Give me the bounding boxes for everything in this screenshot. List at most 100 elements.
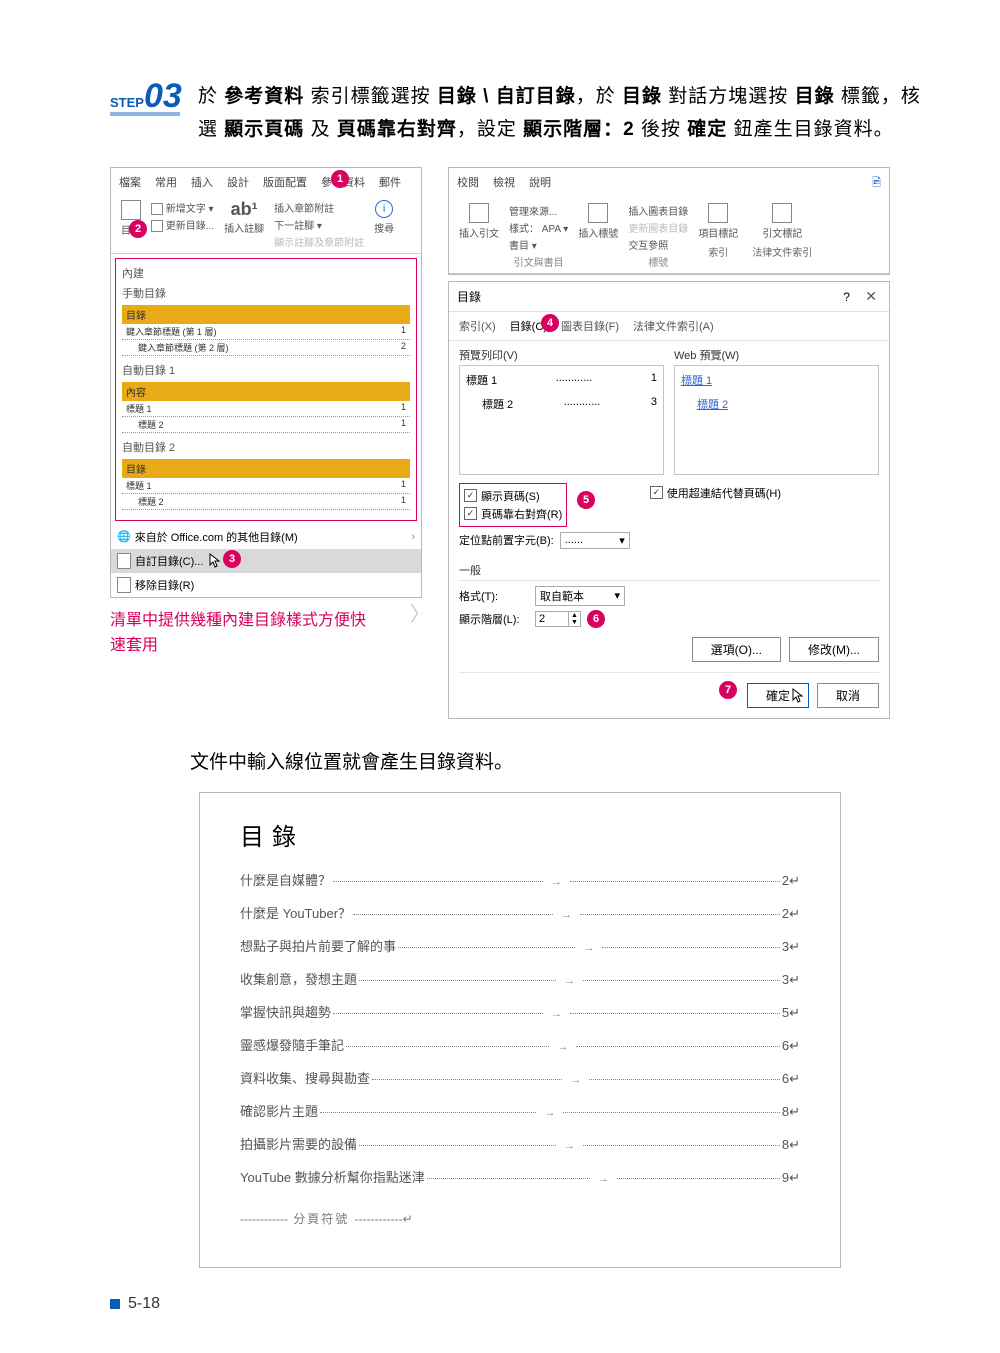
right-align-checkbox[interactable]: ✓: [464, 507, 477, 520]
page-footer: 5-18: [110, 1295, 160, 1313]
toc-line: 資料收集、搜尋與勘查→6↵: [240, 1068, 800, 1087]
update-toc-button[interactable]: 更新目錄...: [151, 217, 214, 232]
levels-input[interactable]: [536, 612, 568, 626]
modify-button[interactable]: 修改(M)...: [789, 637, 879, 662]
manage-sources-button[interactable]: 管理來源...: [509, 203, 557, 218]
gallery-manual-card[interactable]: 手動目錄 目錄 鍵入章節標題 (第 1 層)1 鍵入章節標題 (第 2 層)2: [122, 285, 410, 356]
levels-spinner[interactable]: ▲▼: [535, 611, 581, 627]
tab-file[interactable]: 檔案: [117, 172, 143, 192]
toc-entry-page: 2↵: [782, 873, 800, 889]
web-preview-label: Web 預覽(W): [674, 347, 879, 363]
style-select[interactable]: 樣式： APA ▾: [509, 220, 568, 235]
gallery-auto1-card[interactable]: 自動目錄 1 內容 標題 11 標題 21: [122, 362, 410, 433]
mark-index-button[interactable]: 項目標記: [698, 225, 738, 240]
step-number: 03: [144, 80, 182, 112]
citations-group-label: 引文與書目: [514, 254, 564, 269]
toc-entry-page: 5↵: [782, 1005, 800, 1021]
spin-up-icon[interactable]: ▲: [569, 612, 580, 619]
chevron-right-icon: ›: [411, 531, 415, 543]
cancel-button[interactable]: 取消: [817, 683, 879, 708]
toc-line: 什麼是 YouTuber？→2↵: [240, 903, 800, 922]
tab-insert[interactable]: 插入: [189, 172, 215, 192]
tab-view[interactable]: 檢視: [491, 172, 517, 195]
tab-help[interactable]: 說明: [527, 172, 553, 195]
tab-layout[interactable]: 版面配置: [261, 172, 309, 192]
mark-citation-button[interactable]: 引文標記: [762, 225, 802, 240]
crossref-button[interactable]: 交互參照: [628, 237, 668, 252]
ribbon-body: 目錄 新增文字 ▾ 更新目錄... ab¹ 插入註腳 插入章節附註 下一註腳 ▾…: [111, 196, 421, 254]
search-button[interactable]: 搜尋: [374, 220, 394, 235]
close-button[interactable]: ✕: [861, 288, 881, 304]
toc-entry-text: 想點子與拍片前要了解的事: [240, 936, 396, 955]
toc-entry-text: 拍攝影片需要的設備: [240, 1134, 357, 1153]
toc-entry-text: 資料收集、搜尋與勘查: [240, 1068, 370, 1087]
insert-footnote-button[interactable]: 插入註腳: [224, 220, 264, 235]
show-page-label: 顯示頁碼(S): [481, 488, 540, 504]
format-select[interactable]: 取自範本▾: [535, 586, 625, 606]
tab-arrow-icon: →: [592, 1173, 615, 1185]
checkbox-group: ✓顯示頁碼(S) ✓頁碼靠右對齊(R): [459, 483, 567, 527]
toc-dots: [617, 1178, 780, 1179]
screenshot-ribbon-right: 校閱 檢視 說明 🖻 插入引文 管理來源... 樣式： APA ▾ 書目 ▾ 引…: [448, 167, 890, 275]
toc-line: 靈感爆發隨手筆記→6↵: [240, 1035, 800, 1054]
ok-button[interactable]: 確定: [747, 683, 809, 708]
help-button[interactable]: ?: [835, 290, 858, 304]
toc-dots: [570, 1013, 780, 1014]
gallery-auto2-card[interactable]: 自動目錄 2 目錄 標題 11 標題 21: [122, 439, 410, 510]
toc-entry-text: 掌握快訊與趨勢: [240, 1002, 331, 1021]
gallery-note: 清單中提供幾種內建目錄樣式方便快速套用: [110, 608, 380, 659]
options-button[interactable]: 選項(O)...: [692, 637, 781, 662]
tab-review[interactable]: 校閱: [455, 172, 481, 195]
toc-title: 目錄: [240, 817, 800, 852]
leader-select[interactable]: ......▾: [560, 532, 630, 549]
insert-caption-button[interactable]: 插入標號: [578, 225, 618, 240]
tab-figures[interactable]: 圖表目錄(F): [561, 318, 619, 334]
toc-entry-text: 收集創意，發想主題: [240, 969, 357, 988]
remove-toc-label: 移除目錄(R): [135, 577, 194, 593]
web-link-2[interactable]: 標題 2: [681, 396, 872, 412]
next-footnote-button[interactable]: 下一註腳 ▾: [274, 217, 322, 232]
spin-down-icon[interactable]: ▼: [569, 619, 580, 626]
bibliography-button[interactable]: 書目 ▾: [509, 237, 537, 252]
toc-line: 收集創意，發想主題→3↵: [240, 969, 800, 988]
tab-design[interactable]: 設計: [225, 172, 251, 192]
tab-arrow-icon: →: [577, 942, 600, 954]
toc-entry-page: 2↵: [782, 906, 800, 922]
toc-dots: [372, 1079, 562, 1080]
show-page-checkbox[interactable]: ✓: [464, 489, 477, 502]
insert-endnote-button[interactable]: 插入章節附註: [274, 200, 334, 215]
custom-toc-item[interactable]: 自訂目錄(C)... 3: [111, 549, 421, 573]
toc-entry-text: 靈感爆發隨手筆記: [240, 1035, 344, 1054]
page-number: 5-18: [128, 1295, 160, 1313]
web-link-1[interactable]: 標題 1: [681, 372, 872, 388]
tab-legal[interactable]: 法律文件索引(A): [633, 318, 714, 334]
share-button[interactable]: 🖻: [870, 172, 883, 195]
tab-mailings[interactable]: 郵件: [377, 172, 403, 192]
remove-toc-item[interactable]: 移除目錄(R): [111, 573, 421, 597]
dialog-tabs: 索引(X) 目錄(C) 圖表目錄(F) 法律文件索引(A) 4: [449, 312, 889, 341]
toc-dots: [359, 980, 556, 981]
show-notes-button[interactable]: 顯示註腳及章節附註: [274, 234, 364, 249]
callout-5: 5: [577, 491, 595, 509]
toc-dots: [346, 1046, 549, 1047]
toc-entry-text: 確認影片主題: [240, 1101, 318, 1120]
callout-3: 3: [223, 550, 241, 568]
tab-home[interactable]: 常用: [153, 172, 179, 192]
dialog-title: 目錄: [457, 288, 481, 305]
toc-dots: [570, 881, 780, 882]
insert-citation-button[interactable]: 插入引文: [459, 225, 499, 240]
intro-text: 於 參考資料 索引標籤選按 目錄 \ 自訂目錄，於 目錄 對話方塊選按 目錄 標…: [198, 80, 930, 147]
web-preview-pane: 標題 1 標題 2: [674, 365, 879, 475]
toc-entry-text: 什麼是自媒體？: [240, 870, 331, 889]
office-more-item[interactable]: 🌐 來自於 Office.com 的其他目錄(M) ›: [111, 525, 421, 549]
insert-figures-button[interactable]: 插入圖表目錄: [628, 203, 688, 218]
mark-citation-icon: [772, 203, 792, 223]
footer-square-icon: [110, 1299, 120, 1309]
add-text-button[interactable]: 新增文字 ▾: [151, 200, 214, 215]
gallery-manual-header: 目錄: [122, 305, 410, 324]
tab-index[interactable]: 索引(X): [459, 318, 496, 334]
toc-line: 什麼是自媒體？→2↵: [240, 870, 800, 889]
update-figures-button[interactable]: 更新圖表目錄: [628, 220, 688, 235]
hyperlink-checkbox[interactable]: ✓: [650, 486, 663, 499]
toc-entry-page: 3↵: [782, 972, 800, 988]
